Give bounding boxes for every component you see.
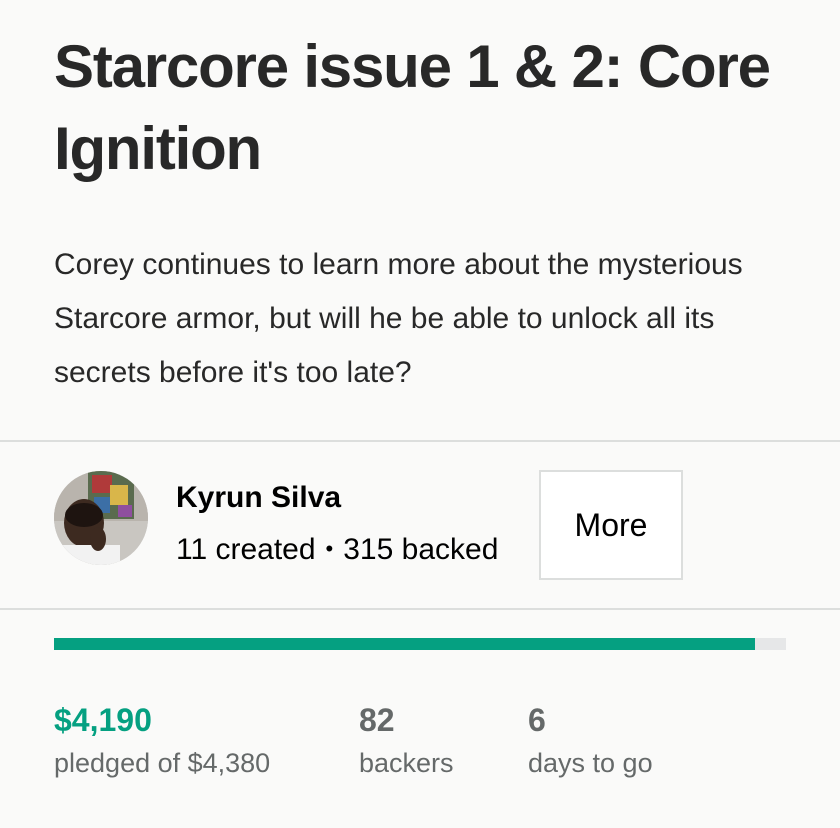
divider [0,440,840,442]
pledged-amount: $4,190 [54,702,152,738]
backed-count: 315 backed [343,533,499,566]
more-button[interactable]: More [539,470,683,580]
project-blurb: Corey continues to learn more about the … [54,248,743,389]
backers-label: backers [359,748,454,778]
project-title: Starcore issue 1 & 2: Core Ignition [54,33,771,182]
pledged-stat: $4,190 pledged of $4,380 [54,700,270,780]
created-count: 11 created [176,533,316,566]
days-stat: 6 days to go [528,700,653,780]
creator-stats: 11 created • 315 backed [176,530,498,572]
backers-stat: 82 backers [359,700,454,780]
creator-name[interactable]: Kyrun Silva [176,478,341,518]
creator-avatar[interactable] [54,471,148,565]
divider [0,608,840,610]
days-label: days to go [528,748,653,778]
pledged-label: pledged of $4,380 [54,748,271,778]
days-count: 6 [528,702,546,738]
backers-count: 82 [359,702,395,738]
funding-progress-fill [54,638,755,650]
separator-dot: • [325,536,334,561]
creator-photo-icon [54,471,148,565]
funding-progress-bar [54,638,786,650]
